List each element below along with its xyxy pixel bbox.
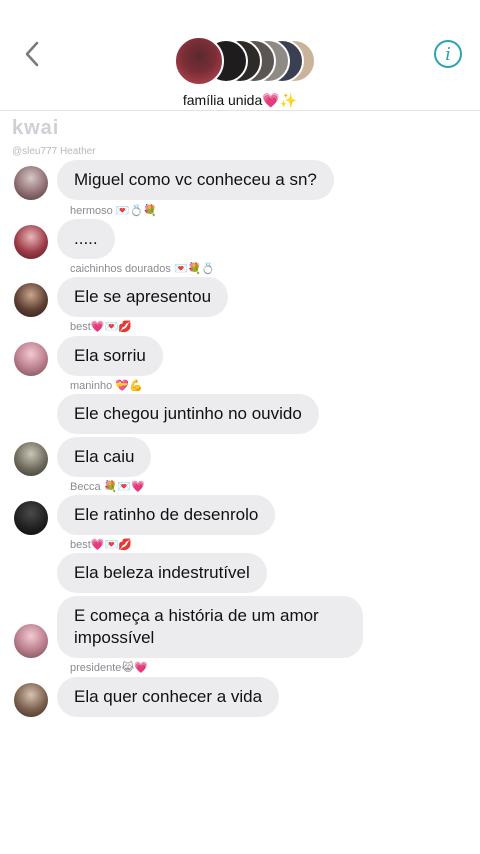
message-bubble[interactable]: Ela beleza indestrutível — [57, 553, 267, 593]
sender-name: maninho 💝💪 — [70, 380, 143, 392]
message-bubble[interactable]: Miguel como vc conheceu a sn? — [57, 160, 334, 200]
sender-name: best💗💌💋 — [70, 321, 132, 333]
sender-name: best💗💌💋 — [70, 539, 132, 551]
watermark-handle: @sleu777 Heather — [12, 146, 96, 157]
message-bubble[interactable]: Ele chegou juntinho no ouvido — [57, 394, 319, 434]
avatar[interactable] — [14, 442, 48, 476]
chevron-left-icon — [25, 41, 39, 67]
avatar[interactable] — [14, 624, 48, 658]
sender-name: caichinhos dourados 💌💐💍 — [70, 263, 216, 275]
back-button[interactable] — [18, 38, 46, 70]
avatar[interactable] — [14, 501, 48, 535]
message-bubble[interactable]: Ela sorriu — [57, 336, 163, 376]
avatar — [174, 36, 224, 86]
avatar[interactable] — [14, 342, 48, 376]
message-bubble[interactable]: Ele se apresentou — [57, 277, 229, 317]
sender-name: hermoso 💌💍💐 — [70, 205, 157, 217]
message-bubble[interactable]: Ela caiu — [57, 437, 152, 477]
message-bubble[interactable]: Ele ratinho de desenrolo — [57, 495, 276, 535]
chat-header: família unida💗✨ i — [0, 0, 480, 111]
avatar[interactable] — [14, 166, 48, 200]
avatar[interactable] — [14, 225, 48, 259]
sender-name: presidente😹💗 — [70, 662, 148, 674]
message-bubble[interactable]: E começa a história de um amor impossíve… — [57, 596, 363, 658]
message-bubble[interactable]: Ela quer conhecer a vida — [57, 677, 280, 717]
group-avatar-stack[interactable] — [174, 36, 324, 86]
group-name[interactable]: família unida💗✨ — [0, 92, 480, 109]
sender-name: Becca 💐💌💗 — [70, 481, 145, 493]
avatar[interactable] — [14, 283, 48, 317]
kwai-watermark: kwai — [12, 117, 60, 139]
avatar[interactable] — [14, 683, 48, 717]
info-button[interactable]: i — [434, 40, 462, 68]
info-icon: i — [445, 43, 451, 65]
message-bubble[interactable]: ..... — [57, 219, 115, 259]
